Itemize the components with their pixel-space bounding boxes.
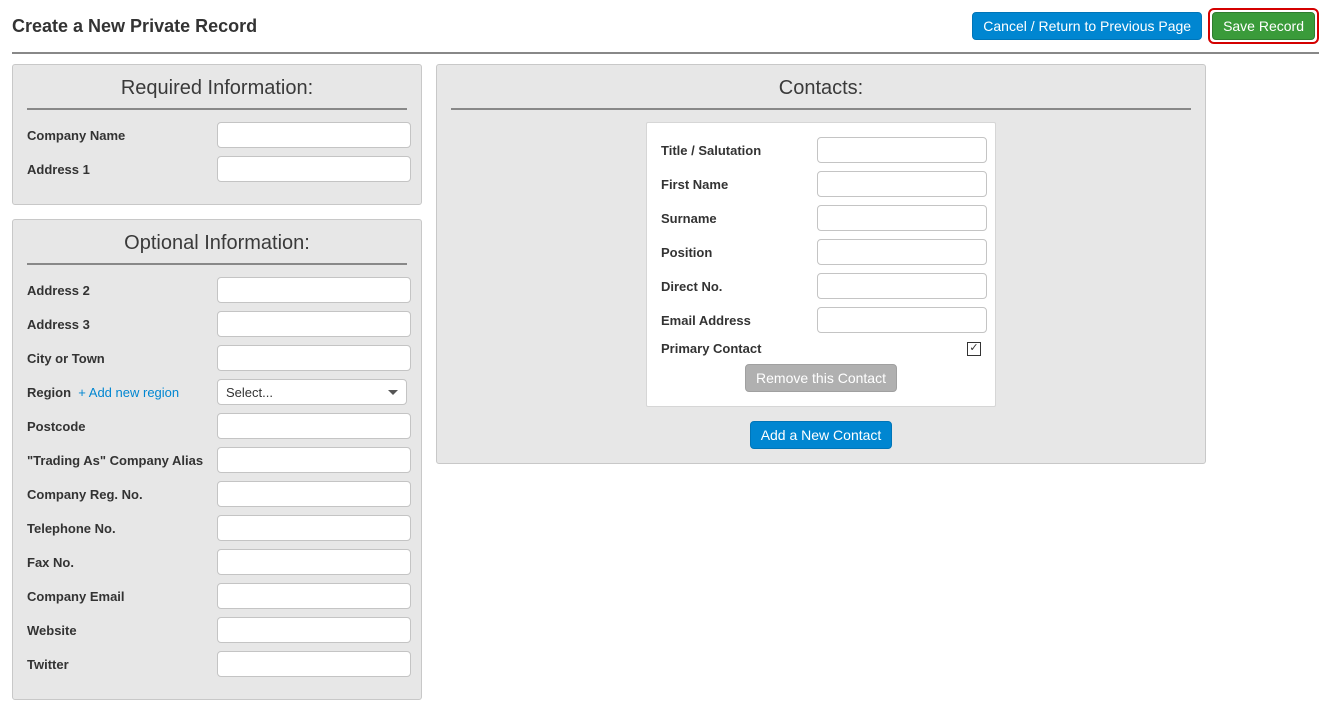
address1-label: Address 1 xyxy=(27,162,211,177)
page-title: Create a New Private Record xyxy=(12,16,257,37)
required-panel: Required Information: Company Name Addre… xyxy=(12,64,422,205)
primary-contact-label: Primary Contact xyxy=(661,341,811,356)
website-label: Website xyxy=(27,623,211,638)
header-buttons: Cancel / Return to Previous Page Save Re… xyxy=(972,8,1319,44)
reg-no-label: Company Reg. No. xyxy=(27,487,211,502)
required-panel-title: Required Information: xyxy=(27,77,407,100)
address3-label: Address 3 xyxy=(27,317,211,332)
optional-panel-title: Optional Information: xyxy=(27,232,407,255)
first-name-label: First Name xyxy=(661,177,811,192)
cancel-button[interactable]: Cancel / Return to Previous Page xyxy=(972,12,1202,40)
region-label-wrap: Region + Add new region xyxy=(27,385,211,400)
contact-email-input[interactable] xyxy=(817,307,987,333)
twitter-label: Twitter xyxy=(27,657,211,672)
position-label: Position xyxy=(661,245,811,260)
fax-input[interactable] xyxy=(217,549,411,575)
twitter-input[interactable] xyxy=(217,651,411,677)
postcode-label: Postcode xyxy=(27,419,211,434)
save-button[interactable]: Save Record xyxy=(1212,12,1315,40)
title-salutation-label: Title / Salutation xyxy=(661,143,811,158)
optional-panel: Optional Information: Address 2 Address … xyxy=(12,219,422,700)
add-contact-button[interactable]: Add a New Contact xyxy=(750,421,893,449)
contacts-panel: Contacts: Title / Salutation First Name … xyxy=(436,64,1206,464)
contact-email-label: Email Address xyxy=(661,313,811,328)
title-salutation-input[interactable] xyxy=(817,137,987,163)
reg-no-input[interactable] xyxy=(217,481,411,507)
city-label: City or Town xyxy=(27,351,211,366)
contact-card: Title / Salutation First Name Surname Po… xyxy=(646,122,996,407)
header-divider xyxy=(12,52,1319,54)
tel-label: Telephone No. xyxy=(27,521,211,536)
address2-label: Address 2 xyxy=(27,283,211,298)
panel-divider xyxy=(27,263,407,265)
contacts-panel-title: Contacts: xyxy=(451,77,1191,100)
surname-input[interactable] xyxy=(817,205,987,231)
primary-contact-checkbox[interactable]: ✓ xyxy=(967,342,981,356)
fax-label: Fax No. xyxy=(27,555,211,570)
region-select-text: Select... xyxy=(226,385,273,400)
trading-as-input[interactable] xyxy=(217,447,411,473)
address2-input[interactable] xyxy=(217,277,411,303)
trading-as-label: "Trading As" Company Alias xyxy=(27,453,211,468)
postcode-input[interactable] xyxy=(217,413,411,439)
panel-divider xyxy=(451,108,1191,110)
direct-no-label: Direct No. xyxy=(661,279,811,294)
address1-input[interactable] xyxy=(217,156,411,182)
region-select[interactable]: Select... xyxy=(217,379,407,405)
position-input[interactable] xyxy=(817,239,987,265)
tel-input[interactable] xyxy=(217,515,411,541)
website-input[interactable] xyxy=(217,617,411,643)
company-name-label: Company Name xyxy=(27,128,211,143)
city-input[interactable] xyxy=(217,345,411,371)
save-highlight: Save Record xyxy=(1208,8,1319,44)
surname-label: Surname xyxy=(661,211,811,226)
add-region-link[interactable]: + Add new region xyxy=(78,385,179,400)
first-name-input[interactable] xyxy=(817,171,987,197)
panel-divider xyxy=(27,108,407,110)
region-label: Region xyxy=(27,385,71,400)
address3-input[interactable] xyxy=(217,311,411,337)
company-name-input[interactable] xyxy=(217,122,411,148)
company-email-input[interactable] xyxy=(217,583,411,609)
company-email-label: Company Email xyxy=(27,589,211,604)
remove-contact-button[interactable]: Remove this Contact xyxy=(745,364,897,392)
direct-no-input[interactable] xyxy=(817,273,987,299)
